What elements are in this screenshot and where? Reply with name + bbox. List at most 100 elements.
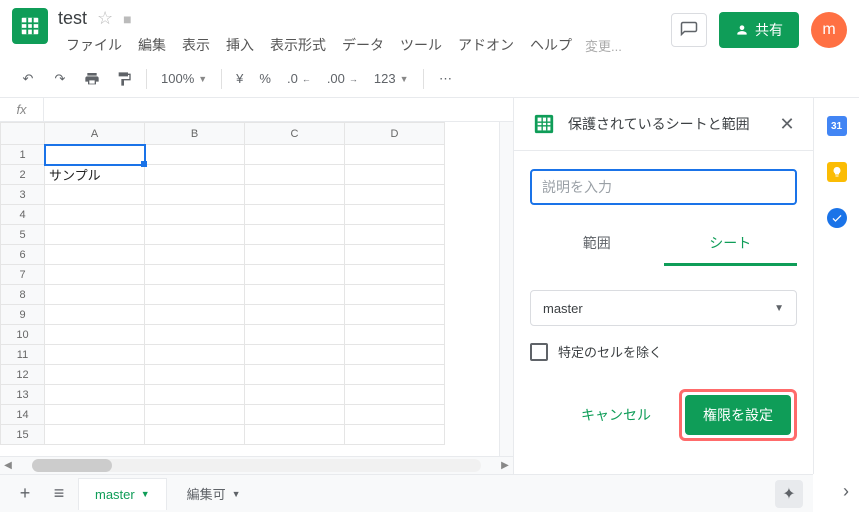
document-title[interactable]: test <box>58 8 87 29</box>
cell-C11[interactable] <box>245 345 345 365</box>
cell-A14[interactable] <box>45 405 145 425</box>
cell-C1[interactable] <box>245 145 345 165</box>
menu-format[interactable]: 表示形式 <box>262 31 334 59</box>
undo-icon[interactable]: ↶ <box>14 65 42 93</box>
row-header[interactable]: 12 <box>1 365 45 385</box>
menu-insert[interactable]: 挿入 <box>218 31 262 59</box>
vertical-scrollbar[interactable] <box>499 122 513 456</box>
cell-A9[interactable] <box>45 305 145 325</box>
cell-B2[interactable] <box>145 165 245 185</box>
col-header[interactable]: B <box>145 123 245 145</box>
cell-B8[interactable] <box>145 285 245 305</box>
cell-B1[interactable] <box>145 145 245 165</box>
cell-A13[interactable] <box>45 385 145 405</box>
cell-A11[interactable] <box>45 345 145 365</box>
row-header[interactable]: 3 <box>1 185 45 205</box>
increase-decimal-button[interactable]: .00→ <box>321 71 364 86</box>
cell-B11[interactable] <box>145 345 245 365</box>
cell-C10[interactable] <box>245 325 345 345</box>
currency-button[interactable]: ¥ <box>230 71 249 86</box>
cell-D10[interactable] <box>345 325 445 345</box>
cell-B14[interactable] <box>145 405 245 425</box>
cell-B4[interactable] <box>145 205 245 225</box>
percent-button[interactable]: % <box>253 71 277 86</box>
cell-A2[interactable]: サンプル <box>45 165 145 185</box>
cell-B15[interactable] <box>145 425 245 445</box>
cell-C5[interactable] <box>245 225 345 245</box>
formula-bar[interactable] <box>44 98 513 121</box>
close-icon[interactable]: ✕ <box>777 114 797 134</box>
cell-C7[interactable] <box>245 265 345 285</box>
col-header[interactable]: C <box>245 123 345 145</box>
calendar-icon[interactable]: 31 <box>827 116 847 136</box>
cell-A7[interactable] <box>45 265 145 285</box>
cell-C8[interactable] <box>245 285 345 305</box>
redo-icon[interactable]: ↷ <box>46 65 74 93</box>
star-icon[interactable]: ☆ <box>97 8 113 29</box>
cell-C13[interactable] <box>245 385 345 405</box>
keep-icon[interactable] <box>827 162 847 182</box>
cell-C14[interactable] <box>245 405 345 425</box>
cell-B10[interactable] <box>145 325 245 345</box>
cell-D2[interactable] <box>345 165 445 185</box>
cell-B13[interactable] <box>145 385 245 405</box>
move-folder-icon[interactable]: ■ <box>123 11 131 27</box>
cancel-button[interactable]: キャンセル <box>563 389 669 441</box>
decrease-decimal-button[interactable]: .0← <box>281 71 317 86</box>
cell-D14[interactable] <box>345 405 445 425</box>
cell-D13[interactable] <box>345 385 445 405</box>
row-header[interactable]: 14 <box>1 405 45 425</box>
cell-C6[interactable] <box>245 245 345 265</box>
row-header[interactable]: 7 <box>1 265 45 285</box>
col-header[interactable]: A <box>45 123 145 145</box>
cell-D15[interactable] <box>345 425 445 445</box>
cell-B9[interactable] <box>145 305 245 325</box>
row-header[interactable]: 6 <box>1 245 45 265</box>
cell-D3[interactable] <box>345 185 445 205</box>
menu-file[interactable]: ファイル <box>58 31 130 59</box>
cell-D8[interactable] <box>345 285 445 305</box>
row-header[interactable]: 11 <box>1 345 45 365</box>
cell-D9[interactable] <box>345 305 445 325</box>
cell-B12[interactable] <box>145 365 245 385</box>
menu-edit[interactable]: 編集 <box>130 31 174 59</box>
cell-C4[interactable] <box>245 205 345 225</box>
share-button[interactable]: 共有 <box>719 12 799 48</box>
cell-D11[interactable] <box>345 345 445 365</box>
cell-C12[interactable] <box>245 365 345 385</box>
cell-D4[interactable] <box>345 205 445 225</box>
row-header[interactable]: 8 <box>1 285 45 305</box>
all-sheets-icon[interactable]: ≡ <box>44 479 74 509</box>
cell-D5[interactable] <box>345 225 445 245</box>
print-icon[interactable] <box>78 65 106 93</box>
cell-B6[interactable] <box>145 245 245 265</box>
sheet-tab-editable[interactable]: 編集可 ▼ <box>171 478 257 510</box>
row-header[interactable]: 13 <box>1 385 45 405</box>
menu-help[interactable]: ヘルプ <box>522 31 580 59</box>
cell-C15[interactable] <box>245 425 345 445</box>
cell-A5[interactable] <box>45 225 145 245</box>
cell-D1[interactable] <box>345 145 445 165</box>
cell-D7[interactable] <box>345 265 445 285</box>
comments-button[interactable] <box>671 13 707 47</box>
set-permissions-button[interactable]: 権限を設定 <box>685 395 791 435</box>
sheet-select[interactable]: master ▼ <box>530 290 797 326</box>
explore-icon[interactable]: ✦ <box>775 480 803 508</box>
row-header[interactable]: 10 <box>1 325 45 345</box>
tasks-icon[interactable] <box>827 208 847 228</box>
menu-addons[interactable]: アドオン <box>450 31 522 59</box>
last-edit-text[interactable]: 変更... <box>585 36 622 55</box>
cell-A12[interactable] <box>45 365 145 385</box>
hide-rail-icon[interactable]: › <box>843 481 849 502</box>
row-header[interactable]: 2 <box>1 165 45 185</box>
horizontal-scrollbar[interactable]: ◀ ▶ <box>0 456 513 474</box>
cell-D6[interactable] <box>345 245 445 265</box>
row-header[interactable]: 5 <box>1 225 45 245</box>
description-input[interactable] <box>530 169 797 205</box>
col-header[interactable]: D <box>345 123 445 145</box>
row-header[interactable]: 15 <box>1 425 45 445</box>
cell-A3[interactable] <box>45 185 145 205</box>
tab-sheet[interactable]: シート <box>664 223 798 266</box>
add-sheet-icon[interactable]: + <box>10 479 40 509</box>
cell-A4[interactable] <box>45 205 145 225</box>
